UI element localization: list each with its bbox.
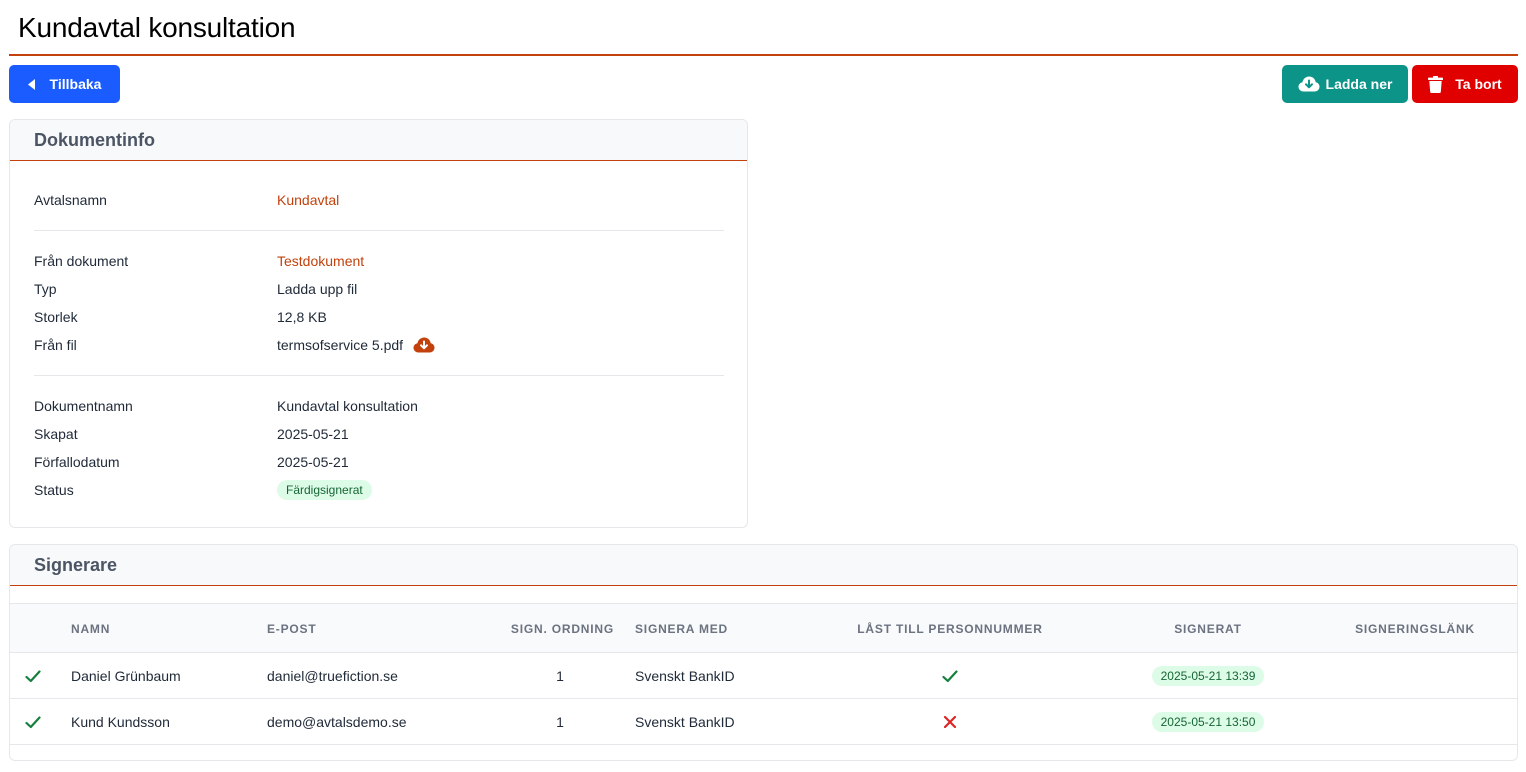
signer-email: demo@avtalsdemo.se xyxy=(267,714,407,730)
column-header-order: SIGN. ORDNING xyxy=(510,622,614,636)
column-header-link: SIGNERINGSLÄNK xyxy=(1355,622,1475,636)
document-name-label: Dokumentnamn xyxy=(34,398,133,414)
agreement-name-row: Avtalsnamn Kundavtal xyxy=(34,190,339,210)
page-title: Kundavtal konsultation xyxy=(18,12,296,43)
column-header-locked: LÅST TILL PERSONNUMMER xyxy=(857,622,1043,636)
signed-timestamp-badge: 2025-05-21 13:50 xyxy=(1151,712,1265,732)
document-name-value: Kundavtal konsultation xyxy=(277,398,418,414)
cloud-download-icon[interactable] xyxy=(413,337,435,353)
type-label: Typ xyxy=(34,281,57,297)
signer-sign-with: Svenskt BankID xyxy=(635,668,735,684)
column-header-email: E-POST xyxy=(267,622,317,636)
signer-name: Daniel Grünbaum xyxy=(71,668,181,684)
from-file-row: Från fil termsofservice 5.pdf xyxy=(34,335,435,355)
cloud-download-icon xyxy=(1298,76,1320,92)
type-value: Ladda upp fil xyxy=(277,281,358,297)
due-date-label: Förfallodatum xyxy=(34,454,120,470)
trash-icon xyxy=(1428,75,1444,93)
status-row: Status Färdigsignerat xyxy=(34,480,372,500)
signer-email: daniel@truefiction.se xyxy=(267,668,398,684)
status-label: Status xyxy=(34,482,74,498)
size-row: Storlek 12,8 KB xyxy=(34,307,327,327)
from-document-label: Från dokument xyxy=(34,253,129,269)
size-label: Storlek xyxy=(34,309,78,325)
back-button[interactable]: Tillbaka xyxy=(9,65,120,103)
cross-icon xyxy=(850,699,1050,745)
signers-table-header: NAMN E-POST SIGN. ORDNING SIGNERA MED LÅ… xyxy=(10,603,1517,653)
signed-timestamp-badge: 2025-05-21 13:39 xyxy=(1151,666,1265,686)
signer-order: 1 xyxy=(556,714,564,730)
caret-left-icon xyxy=(27,78,36,90)
from-file-label: Från fil xyxy=(34,337,77,353)
download-button[interactable]: Ladda ner xyxy=(1282,65,1408,103)
title-divider xyxy=(9,54,1518,56)
column-header-signed: SIGNERAT xyxy=(1174,622,1242,636)
signer-name: Kund Kundsson xyxy=(71,714,170,730)
signer-sign-with: Svenskt BankID xyxy=(635,714,735,730)
check-icon xyxy=(850,653,1050,699)
type-row: Typ Ladda upp fil xyxy=(34,279,357,299)
document-name-row: Dokumentnamn Kundavtal konsultation xyxy=(34,396,418,416)
from-document-row: Från dokument Testdokument xyxy=(34,251,364,271)
check-icon xyxy=(25,699,41,745)
back-button-label: Tillbaka xyxy=(49,76,102,92)
table-row: Daniel Grünbaum daniel@truefiction.se 1 … xyxy=(10,653,1517,699)
created-row: Skapat 2025-05-21 xyxy=(34,424,349,444)
download-button-label: Ladda ner xyxy=(1325,76,1393,92)
from-file-value: termsofservice 5.pdf xyxy=(277,337,404,353)
column-header-name: NAMN xyxy=(71,622,111,636)
signers-card: Signerare NAMN E-POST SIGN. ORDNING SIGN… xyxy=(9,544,1518,761)
size-value: 12,8 KB xyxy=(277,309,327,325)
due-date-value: 2025-05-21 xyxy=(277,454,349,470)
document-info-header: Dokumentinfo xyxy=(10,120,747,161)
created-value: 2025-05-21 xyxy=(277,426,349,442)
agreement-name-label: Avtalsnamn xyxy=(34,192,107,208)
delete-button-label: Ta bort xyxy=(1455,76,1502,92)
info-divider xyxy=(34,375,724,376)
created-label: Skapat xyxy=(34,426,78,442)
agreement-name-link[interactable]: Kundavtal xyxy=(277,192,339,208)
column-header-sign-with: SIGNERA MED xyxy=(635,622,729,636)
status-badge: Färdigsignerat xyxy=(277,480,372,500)
signer-order: 1 xyxy=(556,668,564,684)
from-document-link[interactable]: Testdokument xyxy=(277,253,364,269)
table-row: Kund Kundsson demo@avtalsdemo.se 1 Svens… xyxy=(10,699,1517,745)
delete-button[interactable]: Ta bort xyxy=(1412,65,1518,103)
signers-header: Signerare xyxy=(10,545,1517,586)
info-divider xyxy=(34,230,724,231)
due-date-row: Förfallodatum 2025-05-21 xyxy=(34,452,349,472)
check-icon xyxy=(25,653,41,699)
document-info-card: Dokumentinfo Avtalsnamn Kundavtal Från d… xyxy=(9,119,748,528)
